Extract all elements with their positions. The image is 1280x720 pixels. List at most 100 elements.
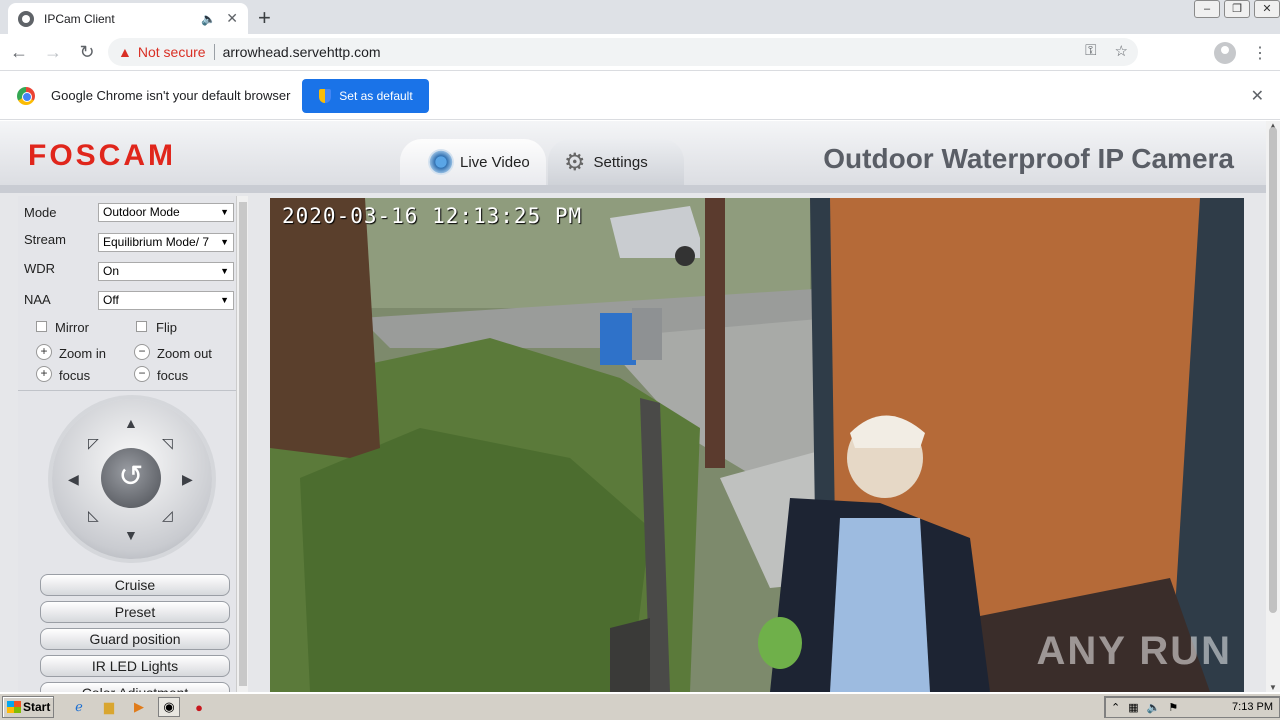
ptz-upleft-icon[interactable]: ◸	[88, 435, 99, 452]
security-label[interactable]: Not secure	[138, 44, 206, 60]
mirror-label: Mirror	[55, 320, 89, 335]
camera-scene	[270, 198, 1244, 692]
quick-launch: ℯ ▆ ▶ ◉ ●	[68, 697, 210, 717]
tab-title: IPCam Client	[44, 11, 115, 26]
mode-select[interactable]: Outdoor Mode	[98, 203, 234, 222]
media-player-icon[interactable]: ▶	[128, 697, 150, 717]
page-scroll-thumb[interactable]	[1269, 127, 1277, 613]
control-panel: Mode Outdoor Mode Stream Equilibrium Mod…	[18, 196, 236, 692]
restore-button[interactable]: ❐	[1224, 0, 1250, 18]
panel-divider	[18, 390, 236, 391]
stop-icon[interactable]: ●	[188, 697, 210, 717]
stream-select[interactable]: Equilibrium Mode/ 7	[98, 233, 234, 252]
mirror-checkbox[interactable]	[36, 321, 47, 332]
infobar-text: Google Chrome isn't your default browser	[51, 88, 291, 103]
guard-position-button[interactable]: Guard position	[40, 628, 230, 650]
ptz-downright-icon[interactable]: ◿	[162, 507, 173, 524]
minimize-button[interactable]: –	[1194, 0, 1220, 18]
ir-led-button[interactable]: IR LED Lights	[40, 655, 230, 677]
ptz-control: ▲ ▼ ◀ ▶ ◸ ◹ ◺ ◿ ↺	[52, 399, 212, 559]
ptz-upright-icon[interactable]: ◹	[162, 435, 173, 452]
ptz-up-icon[interactable]: ▲	[124, 415, 138, 431]
ie-icon[interactable]: ℯ	[68, 697, 90, 717]
star-icon[interactable]: ☆	[1115, 42, 1128, 60]
product-title: Outdoor Waterproof IP Camera	[823, 143, 1234, 174]
wdr-label: WDR	[24, 261, 56, 276]
volume-icon[interactable]: 🔈	[1147, 701, 1161, 714]
set-default-label: Set as default	[339, 88, 413, 103]
preset-button[interactable]: Preset	[40, 601, 230, 623]
key-icon[interactable]: ⚿	[1085, 42, 1096, 60]
globe-icon	[18, 10, 34, 27]
windows-taskbar: Start ℯ ▆ ▶ ◉ ● ⌃ ▦ 🔈 ⚑ 7:13 PM	[0, 693, 1280, 720]
reload-button[interactable]: ↻	[72, 42, 102, 63]
flag-icon[interactable]: ⚑	[1168, 701, 1178, 714]
ptz-downleft-icon[interactable]: ◺	[88, 507, 99, 524]
profile-avatar[interactable]	[1214, 42, 1236, 64]
address-bar[interactable]: ▲ Not secure arrowhead.servehttp.com ⚿ ☆	[108, 38, 1138, 66]
infobar-close-icon[interactable]: ✕	[1251, 86, 1264, 106]
set-default-button[interactable]: Set as default	[302, 78, 430, 113]
windows-logo-icon	[7, 701, 21, 713]
tab-settings-label: Settings	[593, 153, 648, 171]
menu-icon[interactable]: ⋮	[1252, 43, 1268, 63]
chrome-logo-icon	[17, 86, 35, 105]
panel-scrollbar[interactable]	[236, 196, 248, 692]
focus-minus-button[interactable]: −	[134, 366, 150, 382]
ptz-left-icon[interactable]: ◀	[68, 471, 79, 488]
naa-select[interactable]: Off	[98, 291, 234, 310]
start-label: Start	[23, 700, 51, 714]
color-adjustment-button[interactable]: Color Adjustment	[40, 682, 230, 692]
page-header: FOSCAM Live Video ⚙ Settings Outdoor Wat…	[0, 121, 1266, 193]
tab-strip: IPCam Client 🔈 ✕ + – ❐ ✕	[0, 0, 1280, 34]
cruise-button[interactable]: Cruise	[40, 574, 230, 596]
anyrun-watermark: ANY RUN	[1036, 629, 1232, 673]
zoom-in-button[interactable]: +	[36, 344, 52, 360]
ptz-right-icon[interactable]: ▶	[182, 471, 193, 488]
clock[interactable]: 7:13 PM	[1232, 701, 1273, 713]
chrome-taskbar-icon[interactable]: ◉	[158, 697, 180, 717]
zoom-out-label: Zoom out	[157, 346, 212, 361]
tab-settings[interactable]: ⚙ Settings	[548, 139, 684, 185]
live-video-feed[interactable]: 2020-03-16 12:13:25 PM ANY RUN	[270, 198, 1244, 692]
stream-label: Stream	[24, 232, 66, 247]
tab-close-icon[interactable]: ✕	[226, 10, 238, 27]
webcam-icon	[428, 149, 454, 175]
zoom-out-button[interactable]: −	[134, 344, 150, 360]
gear-wrench-icon: ⚙	[564, 148, 586, 176]
scroll-down-icon[interactable]: ▼	[1269, 683, 1277, 692]
header-divider	[0, 185, 1266, 193]
tray-expand-icon[interactable]: ⌃	[1111, 701, 1120, 714]
speaker-icon[interactable]: 🔈	[201, 12, 216, 26]
tab-live-video[interactable]: Live Video	[400, 139, 546, 185]
focus-plus-label: focus	[59, 368, 91, 383]
omnibox-separator	[213, 44, 215, 60]
ptz-reset-icon[interactable]: ↺	[101, 448, 161, 508]
browser-tab[interactable]: IPCam Client 🔈 ✕	[8, 3, 248, 34]
new-tab-button[interactable]: +	[258, 5, 271, 31]
foscam-logo: FOSCAM	[28, 139, 176, 172]
start-button[interactable]: Start	[2, 696, 54, 718]
flip-label: Flip	[156, 320, 177, 335]
ptz-down-icon[interactable]: ▼	[124, 527, 138, 543]
focus-plus-button[interactable]: +	[36, 366, 52, 382]
flip-checkbox[interactable]	[136, 321, 147, 332]
close-window-button[interactable]: ✕	[1254, 0, 1280, 18]
panel-scroll-thumb[interactable]	[239, 202, 247, 686]
window-controls: – ❐ ✕	[1190, 0, 1280, 20]
forward-button[interactable]: →	[38, 42, 68, 63]
wdr-select[interactable]: On	[98, 262, 234, 281]
page-scrollbar[interactable]: ▲ ▼	[1266, 121, 1280, 692]
url-text[interactable]: arrowhead.servehttp.com	[223, 44, 381, 60]
network-icon[interactable]: ▦	[1128, 701, 1138, 714]
shield-icon	[319, 88, 332, 103]
video-timestamp: 2020-03-16 12:13:25 PM	[282, 204, 583, 228]
focus-minus-label: focus	[157, 368, 189, 383]
folder-icon[interactable]: ▆	[98, 697, 120, 717]
toolbar-right: ⋮	[1214, 42, 1268, 64]
browser-toolbar: ← → ↻ ▲ Not secure arrowhead.servehttp.c…	[0, 34, 1280, 71]
back-button[interactable]: ←	[4, 42, 34, 63]
naa-label: NAA	[24, 292, 51, 307]
system-tray: ⌃ ▦ 🔈 ⚑ 7:13 PM	[1104, 696, 1280, 718]
omnibox-actions: ⚿ ☆	[1085, 42, 1128, 60]
